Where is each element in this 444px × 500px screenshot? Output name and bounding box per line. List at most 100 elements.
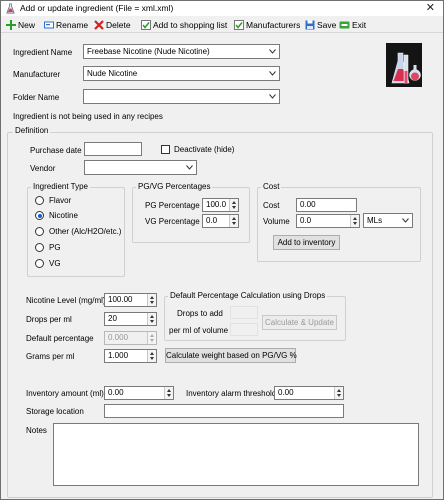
save-button[interactable]: Save <box>305 18 336 32</box>
per-ml-volume-field <box>230 323 258 336</box>
manufacturer-label: Manufacturer <box>13 70 61 79</box>
folder-name-combo[interactable] <box>83 89 280 104</box>
ingredient-usage-note: Ingredient is not being used in any reci… <box>13 112 163 121</box>
radio-other[interactable]: Other (Alc/H2O/etc.) <box>35 227 121 236</box>
delete-button-label: Delete <box>106 20 131 30</box>
volume-unit-value: MLs <box>367 216 383 225</box>
volume-spinner[interactable]: 0.0 <box>296 214 360 228</box>
spin-buttons[interactable] <box>164 387 173 399</box>
add-to-shopping-list-button[interactable]: Add to shopping list <box>141 18 227 32</box>
manufacturers-icon <box>234 20 244 30</box>
pg-percentage-label: PG Percentage <box>145 201 200 210</box>
notes-label: Notes <box>26 426 47 435</box>
inventory-alarm-value: 0.00 <box>278 388 294 397</box>
rename-button[interactable]: Rename <box>44 18 88 32</box>
manufacturers-label: Manufacturers <box>246 20 301 30</box>
chevron-down-icon <box>269 94 276 99</box>
vg-percentage-label: VG Percentage <box>145 217 200 226</box>
nicotine-level-spinner[interactable]: 100.00 <box>104 293 157 307</box>
ingredient-name-combo[interactable]: Freebase Nicotine (Nude Nicotine) <box>83 44 280 59</box>
window-title: Add or update ingredient (File = xml.xml… <box>20 3 174 13</box>
ingredient-name-value: Freebase Nicotine (Nude Nicotine) <box>87 47 210 56</box>
ingredient-window: Add or update ingredient (File = xml.xml… <box>0 0 444 500</box>
radio-nicotine[interactable]: Nicotine <box>35 211 78 220</box>
radio-circle <box>35 196 44 205</box>
calculate-update-button[interactable]: Calculate & Update <box>262 315 337 330</box>
vendor-label: Vendor <box>30 164 56 173</box>
nicotine-level-label: Nicotine Level (mg/ml) <box>26 296 106 305</box>
rename-button-label: Rename <box>56 20 89 30</box>
new-button[interactable]: New <box>6 18 35 32</box>
vg-percentage-spinner[interactable]: 0.0 <box>202 214 239 228</box>
radio-vg[interactable]: VG <box>35 259 61 268</box>
floppy-disk-icon <box>305 20 315 30</box>
cost-field[interactable]: 0.00 <box>296 198 357 212</box>
spin-buttons[interactable] <box>147 350 156 362</box>
definition-group-title: Definition <box>13 126 51 135</box>
chevron-down-icon <box>269 49 276 54</box>
rename-icon <box>44 21 54 29</box>
radio-pg[interactable]: PG <box>35 243 61 252</box>
spin-buttons[interactable] <box>229 199 238 211</box>
chevron-down-icon <box>402 218 409 223</box>
inventory-alarm-spinner[interactable]: 0.00 <box>274 386 344 400</box>
flasks-logo-icon <box>386 43 422 87</box>
per-ml-volume-label: per ml of volume <box>169 326 229 335</box>
grams-per-ml-label: Grams per ml <box>26 352 75 361</box>
deactivate-checkbox[interactable]: Deactivate (hide) <box>161 145 234 154</box>
toolbar: New Rename Delete Add to shopping list M… <box>1 17 443 33</box>
pgvg-title: PG/VG Percentages <box>136 182 213 191</box>
checkbox-box <box>161 145 170 154</box>
delete-button[interactable]: Delete <box>94 18 131 32</box>
radio-pg-label: PG <box>49 243 61 252</box>
radio-other-label: Other (Alc/H2O/etc.) <box>49 227 122 236</box>
folder-name-label: Folder Name <box>13 93 60 102</box>
manufacturer-value: Nude Nicotine <box>87 69 138 78</box>
chevron-down-icon <box>186 165 193 170</box>
chevron-down-icon <box>269 71 276 76</box>
grams-per-ml-spinner[interactable]: 1.000 <box>104 349 157 363</box>
radio-flavor-label: Flavor <box>49 196 72 205</box>
manufacturers-button[interactable]: Manufacturers <box>234 18 300 32</box>
default-percentage-spinner: 0.000 <box>104 331 157 345</box>
vg-percentage-value: 0.0 <box>206 216 218 225</box>
drops-per-ml-label: Drops per ml <box>26 315 72 324</box>
radio-circle <box>35 259 44 268</box>
radio-circle-selected <box>35 211 44 220</box>
exit-button[interactable]: Exit <box>339 18 366 32</box>
drops-per-ml-spinner[interactable]: 20 <box>104 312 157 326</box>
spin-buttons[interactable] <box>147 313 156 325</box>
ingredient-type-title: Ingredient Type <box>31 182 91 191</box>
spin-buttons[interactable] <box>147 294 156 306</box>
inventory-amount-label: Inventory amount (ml) <box>26 389 104 398</box>
app-icon <box>6 3 15 14</box>
inventory-amount-value: 0.00 <box>108 388 124 397</box>
calculate-weight-button[interactable]: Calculate weight based on PG/VG % <box>165 348 297 363</box>
cost-label: Cost <box>263 201 280 210</box>
cost-title: Cost <box>261 182 282 191</box>
volume-unit-combo[interactable]: MLs <box>363 213 413 228</box>
inventory-amount-spinner[interactable]: 0.00 <box>104 386 174 400</box>
radio-circle <box>35 227 44 236</box>
radio-circle <box>35 243 44 252</box>
check-icon <box>141 20 151 30</box>
plus-icon <box>6 20 16 30</box>
notes-textarea[interactable] <box>53 423 419 486</box>
spin-buttons[interactable] <box>334 387 343 399</box>
spin-buttons[interactable] <box>350 215 359 227</box>
close-icon[interactable]: ✕ <box>426 1 435 14</box>
new-button-label: New <box>18 20 36 30</box>
vendor-combo[interactable] <box>84 160 197 175</box>
pg-percentage-spinner[interactable]: 100.0 <box>202 198 239 212</box>
storage-location-field[interactable] <box>104 404 344 418</box>
spin-buttons <box>147 332 156 344</box>
add-to-inventory-button[interactable]: Add to inventory <box>273 235 340 250</box>
drops-to-add-field <box>230 306 258 319</box>
manufacturer-combo[interactable]: Nude Nicotine <box>83 66 280 81</box>
default-percentage-label: Default percentage <box>26 334 94 343</box>
exit-icon <box>339 21 350 29</box>
radio-flavor[interactable]: Flavor <box>35 196 71 205</box>
purchase-date-label: Purchase date <box>30 146 82 155</box>
purchase-date-field[interactable] <box>84 142 142 156</box>
spin-buttons[interactable] <box>229 215 238 227</box>
